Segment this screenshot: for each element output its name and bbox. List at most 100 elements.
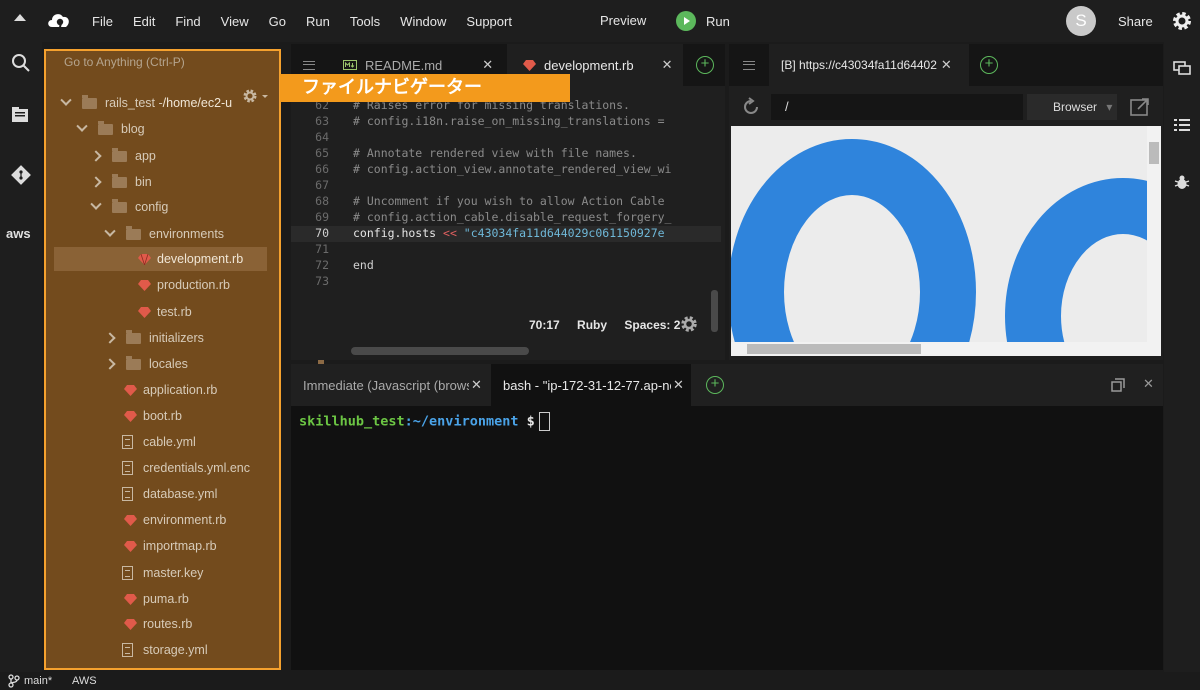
new-terminal-button[interactable]: + [703, 364, 727, 406]
menu-icon [303, 60, 315, 70]
folder-icon [126, 225, 141, 240]
files-icon[interactable] [8, 102, 34, 128]
tree-file-environment-rb[interactable]: environment.rb [124, 508, 226, 532]
collapse-menu-icon[interactable] [14, 14, 26, 21]
menu-file[interactable]: File [92, 14, 113, 29]
menu-edit[interactable]: Edit [133, 14, 155, 29]
terminal-prompt[interactable]: skillhub_test:~/environment $ [299, 412, 550, 431]
tree-item-label: environments [149, 227, 225, 241]
close-icon[interactable]: ✕ [941, 57, 952, 73]
browser-horizontal-scrollbar[interactable] [731, 342, 1161, 356]
right-sidebar [1164, 42, 1200, 672]
menu-view[interactable]: View [221, 14, 249, 29]
page-letter-graphic [731, 139, 1147, 342]
tree-folder-initializers[interactable]: initializers [104, 326, 204, 350]
tree-folder-blog[interactable]: blog [76, 117, 145, 141]
tree-file-boot-rb[interactable]: boot.rb [124, 404, 182, 428]
tree-file-application-rb[interactable]: application.rb [124, 378, 217, 402]
git-icon[interactable] [8, 162, 34, 188]
browser-url-input[interactable]: / [771, 94, 1023, 120]
menu-tools[interactable]: Tools [350, 14, 380, 29]
user-avatar[interactable]: S [1066, 6, 1096, 36]
close-icon[interactable]: ✕ [673, 377, 684, 393]
tree-root-name: rails_test - [105, 96, 163, 110]
tree-folder-app[interactable]: app [90, 144, 156, 168]
menu-find[interactable]: Find [175, 14, 200, 29]
tree-file-production-rb[interactable]: production.rb [138, 273, 230, 297]
tree-item-label: app [135, 149, 156, 163]
tree-file-database-yml[interactable]: database.yml [122, 482, 217, 506]
collaborate-icon[interactable] [1173, 60, 1191, 76]
tree-root[interactable]: rails_test - /home/ec2-u [60, 91, 232, 115]
cursor-position[interactable]: 70:17 [529, 318, 560, 332]
tree-settings-gear-icon[interactable] [242, 88, 272, 104]
chevron-right-icon [90, 150, 102, 162]
tree-folder-environments[interactable]: environments [104, 222, 225, 246]
new-tab-button[interactable]: + [977, 44, 1001, 86]
tree-file-master-key[interactable]: master.key [122, 561, 203, 585]
go-to-anything-input[interactable]: Go to Anything (Ctrl-P) [64, 55, 185, 69]
language-mode[interactable]: Ruby [577, 318, 607, 332]
status-bar: main* AWS [0, 672, 1200, 690]
tree-folder-config[interactable]: config [90, 195, 168, 219]
preview-button[interactable]: Preview [600, 13, 646, 28]
close-pane-icon[interactable]: ✕ [1143, 376, 1154, 392]
tree-item-label: storage.yml [143, 643, 208, 657]
menu-support[interactable]: Support [466, 14, 512, 29]
tab-immediate[interactable]: Immediate (Javascript (brows ✕ [291, 364, 491, 406]
aws-status-label[interactable]: AWS [72, 675, 97, 687]
tree-file-puma-rb[interactable]: puma.rb [124, 587, 189, 611]
tree-item-label: locales [149, 357, 188, 371]
browser-pane-menu[interactable] [729, 44, 769, 86]
browser-select[interactable]: Browser ▾ [1027, 94, 1117, 120]
share-button[interactable]: Share [1118, 14, 1153, 29]
run-button[interactable]: Run [676, 11, 730, 31]
tree-file-credentials-yml-enc[interactable]: credentials.yml.enc [122, 456, 250, 480]
browser-viewport[interactable] [731, 126, 1147, 342]
menu-window[interactable]: Window [400, 14, 446, 29]
maximize-icon[interactable] [1111, 378, 1125, 392]
prompt-path: :~/environment [404, 413, 519, 430]
editor-vertical-scrollbar[interactable] [711, 290, 718, 332]
editor-horizontal-scrollbar[interactable] [351, 347, 529, 355]
tab-bash[interactable]: bash - "ip-172-31-12-77.ap-nc ✕ [491, 364, 691, 406]
menu-run[interactable]: Run [306, 14, 330, 29]
outline-icon[interactable] [1174, 118, 1190, 132]
tree-file-storage-yml[interactable]: storage.yml [122, 638, 208, 662]
search-icon[interactable] [8, 50, 34, 76]
tree-file-development-rb[interactable]: development.rb [54, 247, 267, 271]
ruby-file-icon [523, 60, 536, 71]
tree-item-label: initializers [149, 331, 204, 345]
close-icon[interactable]: ✕ [482, 57, 493, 73]
browser-vertical-scrollbar[interactable] [1147, 126, 1161, 342]
settings-gear-icon[interactable] [1170, 9, 1194, 33]
aws-icon[interactable]: aws [6, 226, 31, 241]
tab-browser-preview[interactable]: [B] https://c43034fa11d64402 ✕ [769, 44, 969, 86]
text-file-icon [122, 435, 133, 449]
tree-file-importmap-rb[interactable]: importmap.rb [124, 534, 217, 558]
tree-file-routes-rb[interactable]: routes.rb [124, 612, 192, 636]
cloud9-logo-icon [48, 14, 69, 28]
new-tab-button[interactable]: + [693, 44, 717, 86]
debugger-bug-icon[interactable] [1174, 174, 1190, 190]
refresh-icon[interactable] [741, 97, 761, 117]
git-branch-label[interactable]: main* [24, 675, 52, 687]
menu-go[interactable]: Go [269, 14, 286, 29]
close-icon[interactable]: ✕ [662, 57, 673, 73]
git-branch-icon [8, 674, 20, 688]
code-line: 68 # Uncomment if you wish to allow Actio… [315, 194, 672, 208]
popout-icon[interactable] [1129, 97, 1151, 117]
tree-folder-locales[interactable]: locales [104, 352, 188, 376]
terminal-pane: Immediate (Javascript (brows ✕ bash - "i… [291, 364, 1163, 670]
tree-item-label: production.rb [157, 278, 230, 292]
chevron-down-icon [76, 120, 88, 132]
tree-file-cable-yml[interactable]: cable.yml [122, 430, 196, 454]
code-line: 63 # config.i18n.raise_on_missing_transla… [315, 114, 672, 128]
tree-item-label: development.rb [157, 252, 244, 266]
tree-file-test-rb[interactable]: test.rb [138, 300, 192, 324]
tree-folder-bin[interactable]: bin [90, 170, 152, 194]
close-icon[interactable]: ✕ [471, 377, 482, 393]
file-navigator-callout: ファイルナビゲーター [280, 74, 570, 102]
indent-setting[interactable]: Spaces: 2 [624, 318, 680, 332]
editor-settings-gear-icon[interactable] [679, 314, 699, 334]
